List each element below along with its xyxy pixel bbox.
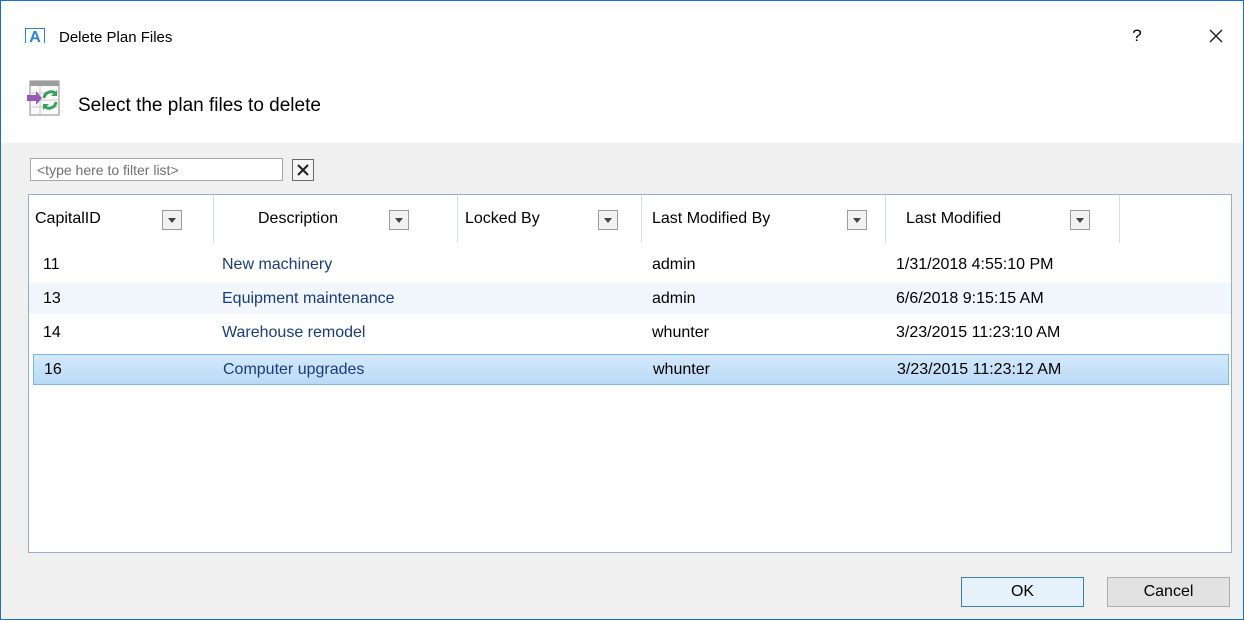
table-row[interactable]: 11 New machinery admin 1/31/2018 4:55:10… <box>29 249 1231 280</box>
column-header-description[interactable]: Description <box>214 195 458 243</box>
plan-files-grid[interactable]: CapitalID Description Locked By Last Mod… <box>28 194 1232 553</box>
column-filter-dropdown[interactable] <box>162 210 182 230</box>
cell-last-modified: 3/23/2015 11:23:10 AM <box>896 324 1061 341</box>
instruction-text: Select the plan files to delete <box>78 95 321 116</box>
cell-last-modified: 3/23/2015 11:23:12 AM <box>897 361 1062 378</box>
column-filter-dropdown[interactable] <box>389 210 409 230</box>
clear-filter-button[interactable] <box>292 159 314 181</box>
cell-capitalid: 14 <box>43 324 61 341</box>
column-header-last-modified[interactable]: Last Modified <box>886 195 1120 243</box>
title-bar: A Delete Plan Files ? <box>1 1 1243 48</box>
cell-last-modified-by: admin <box>652 290 696 307</box>
plan-files-sync-icon <box>27 80 60 116</box>
column-filter-dropdown[interactable] <box>847 210 867 230</box>
column-label: Last Modified <box>906 210 1002 227</box>
cell-last-modified: 6/6/2018 9:15:15 AM <box>896 290 1044 307</box>
cell-last-modified: 1/31/2018 4:55:10 PM <box>896 256 1054 273</box>
column-filter-dropdown[interactable] <box>598 210 618 230</box>
cell-description: Computer upgrades <box>223 361 365 378</box>
column-header-capitalid[interactable]: CapitalID <box>29 195 214 243</box>
column-headers: CapitalID Description Locked By Last Mod… <box>29 195 1231 243</box>
column-label: CapitalID <box>35 210 101 227</box>
cell-capitalid: 16 <box>44 361 62 378</box>
filter-input[interactable] <box>30 158 283 181</box>
table-row[interactable]: 14 Warehouse remodel whunter 3/23/2015 1… <box>29 317 1231 348</box>
cell-capitalid: 11 <box>43 256 60 273</box>
column-header-last-modified-by[interactable]: Last Modified By <box>642 195 886 243</box>
cell-last-modified-by: whunter <box>652 324 709 341</box>
table-row-selected[interactable]: 16 Computer upgrades whunter 3/23/2015 1… <box>33 354 1229 385</box>
delete-plan-files-dialog: A Delete Plan Files ? Select the plan fi… <box>0 0 1244 620</box>
cell-description: Warehouse remodel <box>222 324 366 341</box>
cell-last-modified-by: admin <box>652 256 696 273</box>
cell-description: Equipment maintenance <box>222 290 395 307</box>
table-row[interactable]: 13 Equipment maintenance admin 6/6/2018 … <box>29 283 1231 314</box>
column-filter-dropdown[interactable] <box>1070 210 1090 230</box>
ok-button[interactable]: OK <box>961 577 1084 607</box>
column-header-locked-by[interactable]: Locked By <box>458 195 642 243</box>
cell-description: New machinery <box>222 256 333 273</box>
clear-icon <box>297 164 309 176</box>
column-label: Last Modified By <box>652 210 771 227</box>
cell-capitalid: 13 <box>43 290 61 307</box>
column-label: Description <box>258 210 339 227</box>
column-label: Locked By <box>465 210 540 227</box>
cancel-button[interactable]: Cancel <box>1107 577 1230 607</box>
cell-last-modified-by: whunter <box>653 361 710 378</box>
